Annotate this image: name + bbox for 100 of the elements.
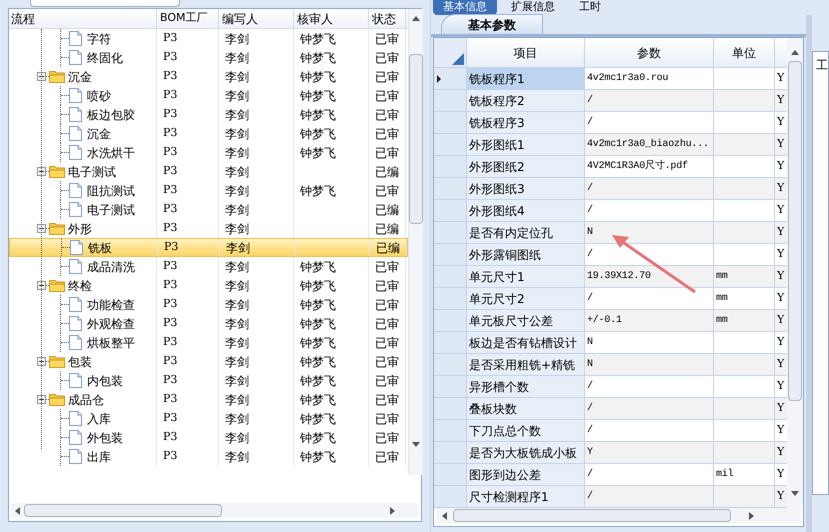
table-cell: Y — [775, 178, 787, 199]
scroll-up-icon[interactable] — [412, 16, 420, 21]
scroll-down-icon[interactable] — [791, 491, 799, 496]
table-cell-text: 已审 — [375, 126, 399, 142]
table-cell: Y — [775, 398, 787, 419]
column-header[interactable]: 参数 — [585, 38, 714, 67]
tree-item-label[interactable]: 水洗烘干 — [87, 144, 135, 162]
table-cell-text: P3 — [163, 220, 178, 236]
scroll-thumb[interactable] — [453, 509, 731, 522]
table-cell-text: 已审 — [375, 68, 399, 86]
table-cell-text: 钟梦飞 — [300, 88, 336, 104]
tree-item-label[interactable]: 终固化 — [87, 48, 123, 66]
table-cell: 尺寸检测程序1 — [467, 486, 585, 507]
scroll-right-icon[interactable] — [749, 512, 754, 520]
tree-item-label[interactable]: 阻抗测试 — [87, 182, 135, 200]
table-cell-text: 已审 — [375, 316, 399, 332]
table-cell-text: 钟梦飞 — [300, 392, 336, 408]
table-cell-text: P3 — [163, 277, 178, 294]
column-header[interactable]: 核审人 — [294, 9, 369, 28]
collapse-icon[interactable] — [37, 224, 46, 233]
tree-item-label[interactable]: 内包装 — [87, 372, 123, 390]
tree-item-label[interactable]: 外观检查 — [87, 314, 135, 332]
table-cell-text: P3 — [163, 372, 178, 388]
tab[interactable]: 基本信息 — [433, 0, 497, 15]
collapse-icon[interactable] — [37, 395, 46, 404]
tree-item-label[interactable]: 外包装 — [87, 428, 123, 446]
collapse-icon[interactable] — [37, 281, 46, 290]
scroll-down-icon[interactable] — [412, 442, 420, 447]
document-icon — [69, 88, 82, 103]
tree-item-label[interactable]: 沉金 — [87, 124, 111, 142]
vertical-scrollbar[interactable] — [408, 9, 423, 475]
document-icon — [69, 316, 82, 331]
table-cell-text: P3 — [163, 163, 178, 180]
horizontal-scrollbar[interactable] — [11, 503, 419, 518]
select-all-icon[interactable] — [452, 53, 464, 65]
collapse-icon[interactable] — [37, 357, 46, 366]
scroll-thumb[interactable] — [788, 61, 802, 401]
tree-item-label[interactable]: 喷砂 — [87, 86, 111, 104]
column-header[interactable]: 单位 — [714, 38, 775, 67]
tree-item-label[interactable]: 功能检查 — [87, 296, 135, 314]
table-cell-text: 已审 — [375, 88, 399, 104]
table-cell-text: 已审 — [375, 372, 399, 390]
column-header[interactable]: 编写人 — [219, 9, 294, 28]
tab[interactable]: 扩展信息 — [501, 0, 565, 15]
table-cell-text: 钟梦飞 — [300, 182, 336, 200]
tab[interactable]: 基本参数 — [441, 14, 543, 34]
tree-item-label[interactable]: 电子测试 — [68, 162, 116, 180]
row-header[interactable] — [434, 68, 467, 89]
horizontal-scrollbar[interactable] — [436, 508, 801, 523]
tree-item-label[interactable]: 沉金 — [68, 68, 92, 86]
table-cell-text: P3 — [163, 448, 178, 464]
column-header[interactable]: BOM工厂 — [157, 9, 219, 28]
tree-item-label[interactable]: 铣板 — [88, 238, 112, 256]
collapse-icon[interactable] — [37, 72, 46, 81]
table-cell-text: 钟梦飞 — [300, 278, 336, 294]
table-cell: / — [585, 420, 714, 441]
table-cell: 外形图纸2 — [467, 156, 585, 177]
table-cell-text: P3 — [163, 68, 178, 84]
tab[interactable]: 工 — [816, 58, 828, 72]
scroll-thumb[interactable] — [409, 54, 423, 224]
tree-item-label[interactable]: 烘板整平 — [87, 334, 135, 352]
table-cell: 是否有内定位孔 — [467, 222, 585, 243]
scroll-left-icon[interactable] — [442, 512, 447, 520]
tree-item-label[interactable]: 字符 — [87, 30, 111, 48]
table-cell-text: 已审 — [375, 144, 399, 162]
table-cell-text: 已审 — [375, 354, 399, 370]
tree-item-label[interactable]: 电子测试 — [87, 200, 135, 218]
tab[interactable]: 工时 — [569, 0, 611, 15]
tree-item-label[interactable]: 包装 — [68, 352, 92, 370]
table-cell-text: 李剑 — [225, 164, 249, 180]
table-cell: Y — [775, 310, 787, 331]
tree-item-label[interactable]: 板边包胶 — [87, 106, 135, 124]
folder-icon — [49, 165, 65, 178]
tree-item-label[interactable]: 外形 — [68, 220, 92, 238]
table-cell: 外形图纸1 — [467, 134, 585, 155]
scroll-left-icon[interactable] — [15, 506, 20, 514]
scroll-right-icon[interactable] — [390, 506, 395, 514]
tree-item-label[interactable]: 终检 — [68, 276, 92, 294]
table-cell-text: P3 — [163, 391, 178, 408]
vertical-scrollbar[interactable] — [787, 38, 803, 508]
table-cell-text: 钟梦飞 — [300, 372, 336, 390]
table-cell: 叠板块数 — [467, 398, 585, 419]
scroll-thumb[interactable] — [24, 504, 222, 517]
table-cell-text: P3 — [163, 106, 178, 122]
table-cell-text: 李剑 — [225, 410, 249, 428]
column-header[interactable]: 状态 — [369, 9, 406, 28]
tree-item-label[interactable]: 成品清洗 — [87, 258, 135, 276]
scroll-up-icon[interactable] — [791, 50, 799, 55]
search-field[interactable] — [30, 0, 180, 7]
selected-row[interactable]: 铣板 P3 李剑 已编 — [9, 238, 408, 257]
tree-item-label[interactable]: 出库 — [87, 448, 111, 466]
table-cell: mil — [714, 464, 775, 485]
table-cell-text: 已审 — [375, 448, 399, 466]
tree-item-label[interactable]: 入库 — [87, 410, 111, 428]
tree-item-label[interactable]: 成品仓 — [68, 390, 104, 408]
table-cell-text: 钟梦飞 — [300, 354, 336, 370]
column-header[interactable]: 流程 — [9, 9, 157, 28]
document-icon — [69, 335, 82, 350]
column-header[interactable]: 项目 — [467, 38, 585, 67]
collapse-icon[interactable] — [37, 167, 46, 176]
